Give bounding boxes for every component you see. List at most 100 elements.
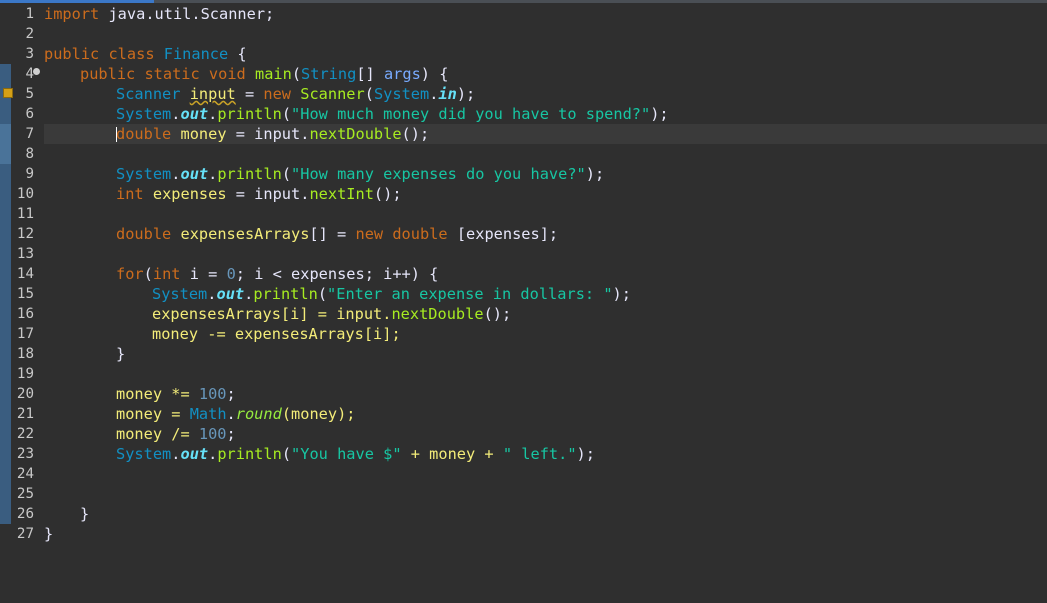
static-method-name: round xyxy=(235,405,282,423)
code-text: ); xyxy=(585,165,605,183)
line-number: 23 xyxy=(16,446,34,462)
keyword: int xyxy=(116,185,144,203)
code-text: = xyxy=(235,85,264,103)
line-number: 12 xyxy=(16,226,34,242)
line-number: 25 xyxy=(16,486,34,502)
code-editor[interactable]: 1 2 3 4 5 6 7 8 9 10 11 12 13 14 15 16 17 18 19 20 21 22 23 24 2… xyxy=(0,0,1047,603)
code-line-4: public static void main(String[] args) { xyxy=(80,64,448,84)
code-line-17: money -= expensesArrays[i]; xyxy=(152,324,401,344)
code-text: } xyxy=(80,505,90,523)
keyword: double xyxy=(116,125,172,143)
type-name: String xyxy=(301,65,357,83)
code-text: ( xyxy=(364,85,374,103)
method-name: println xyxy=(217,445,282,463)
code-text: . xyxy=(244,285,254,303)
string-literal: "You have $" xyxy=(291,445,402,463)
code-text: money -= expensesArrays[i]; xyxy=(152,325,401,343)
code-line-22: money /= 100; xyxy=(116,424,236,444)
code-text: ( xyxy=(143,265,153,283)
code-text: (money); xyxy=(281,405,356,423)
code-line-10: int expenses = input.nextInt(); xyxy=(116,184,402,204)
active-tab-indicator xyxy=(0,0,154,3)
code-text: = input. xyxy=(226,185,310,203)
static-field: out xyxy=(180,165,209,183)
keyword: import xyxy=(44,5,100,23)
code-line-3: public class Finance { xyxy=(44,44,247,64)
string-literal: " left." xyxy=(502,445,577,463)
variable-name: money xyxy=(180,125,227,143)
line-number: 27 xyxy=(16,526,34,542)
code-text: ) { xyxy=(420,65,449,83)
variable-input: input xyxy=(189,85,236,103)
line-number: 5 xyxy=(25,86,34,102)
keyword: for xyxy=(116,265,144,283)
line-number: 18 xyxy=(16,346,34,362)
code-line-7: double money = input.nextDouble(); xyxy=(116,124,429,144)
line-number: 4 xyxy=(25,66,34,82)
code-text: money = xyxy=(116,405,190,423)
line-number: 24 xyxy=(16,466,34,482)
line-number: 16 xyxy=(16,306,34,322)
line-number: 26 xyxy=(16,506,34,522)
code-text: . xyxy=(208,105,218,123)
keyword: double xyxy=(392,225,448,243)
line-number: 6 xyxy=(25,106,34,122)
line-number: 10 xyxy=(16,186,34,202)
code-text: . xyxy=(208,445,218,463)
code-text: + money + xyxy=(401,445,503,463)
code-text: (); xyxy=(373,185,402,203)
code-line-5: Scanner input = new Scanner(System.in); xyxy=(116,84,475,104)
code-text: ( xyxy=(281,445,292,463)
code-text: ( xyxy=(281,165,292,183)
static-field: out xyxy=(216,285,245,303)
fold-collapse-icon[interactable] xyxy=(33,68,40,75)
code-text: money /= xyxy=(116,425,199,443)
code-line-23: System.out.println("You have $" + money … xyxy=(116,444,595,464)
method-name: main xyxy=(254,65,292,83)
code-text: . xyxy=(208,165,218,183)
code-line-1: import java.util.Scanner; xyxy=(44,4,274,24)
keyword: public xyxy=(44,45,100,63)
code-text: } xyxy=(44,525,54,543)
code-text: ( xyxy=(281,105,292,123)
string-literal: "How many expenses do you have?" xyxy=(291,165,586,183)
keyword: class xyxy=(99,45,164,63)
number-literal: 100 xyxy=(198,385,227,403)
class-name: System xyxy=(116,445,172,463)
line-number: 21 xyxy=(16,406,34,422)
line-number: 11 xyxy=(16,206,34,222)
code-text: ; xyxy=(226,425,236,443)
parameter: args xyxy=(383,65,421,83)
text-caret xyxy=(116,127,117,142)
code-text: ); xyxy=(650,105,669,123)
line-number: 20 xyxy=(16,386,34,402)
code-text: ( xyxy=(291,65,302,83)
line-number: 1 xyxy=(25,6,34,22)
string-literal: "How much money did you have to spend?" xyxy=(291,105,651,123)
class-name: Math xyxy=(189,405,227,423)
line-number: 3 xyxy=(25,46,34,62)
method-name: println xyxy=(253,285,318,303)
code-text: money *= xyxy=(116,385,199,403)
code-text: [] xyxy=(356,65,384,83)
keyword: public static void xyxy=(80,65,255,83)
method-name: println xyxy=(217,165,282,183)
code-text: (); xyxy=(483,305,512,323)
code-text: ); xyxy=(612,285,631,303)
code-text: ( xyxy=(317,285,328,303)
code-line-14: for(int i = 0; i < expenses; i++) { xyxy=(116,264,438,284)
line-number: 19 xyxy=(16,366,34,382)
method-name: nextDouble xyxy=(391,305,484,323)
code-area[interactable]: import java.util.Scanner; public class F… xyxy=(44,4,1047,603)
warning-icon[interactable] xyxy=(3,88,13,98)
keyword: new xyxy=(355,225,384,243)
class-name: System xyxy=(116,165,172,183)
line-number: 13 xyxy=(16,246,34,262)
method-name: println xyxy=(217,105,282,123)
code-text: [] = xyxy=(309,225,356,243)
code-text: { xyxy=(228,45,247,63)
static-field: out xyxy=(180,445,209,463)
code-line-16: expensesArrays[i] = input.nextDouble(); xyxy=(152,304,511,324)
code-text: ); xyxy=(456,85,476,103)
